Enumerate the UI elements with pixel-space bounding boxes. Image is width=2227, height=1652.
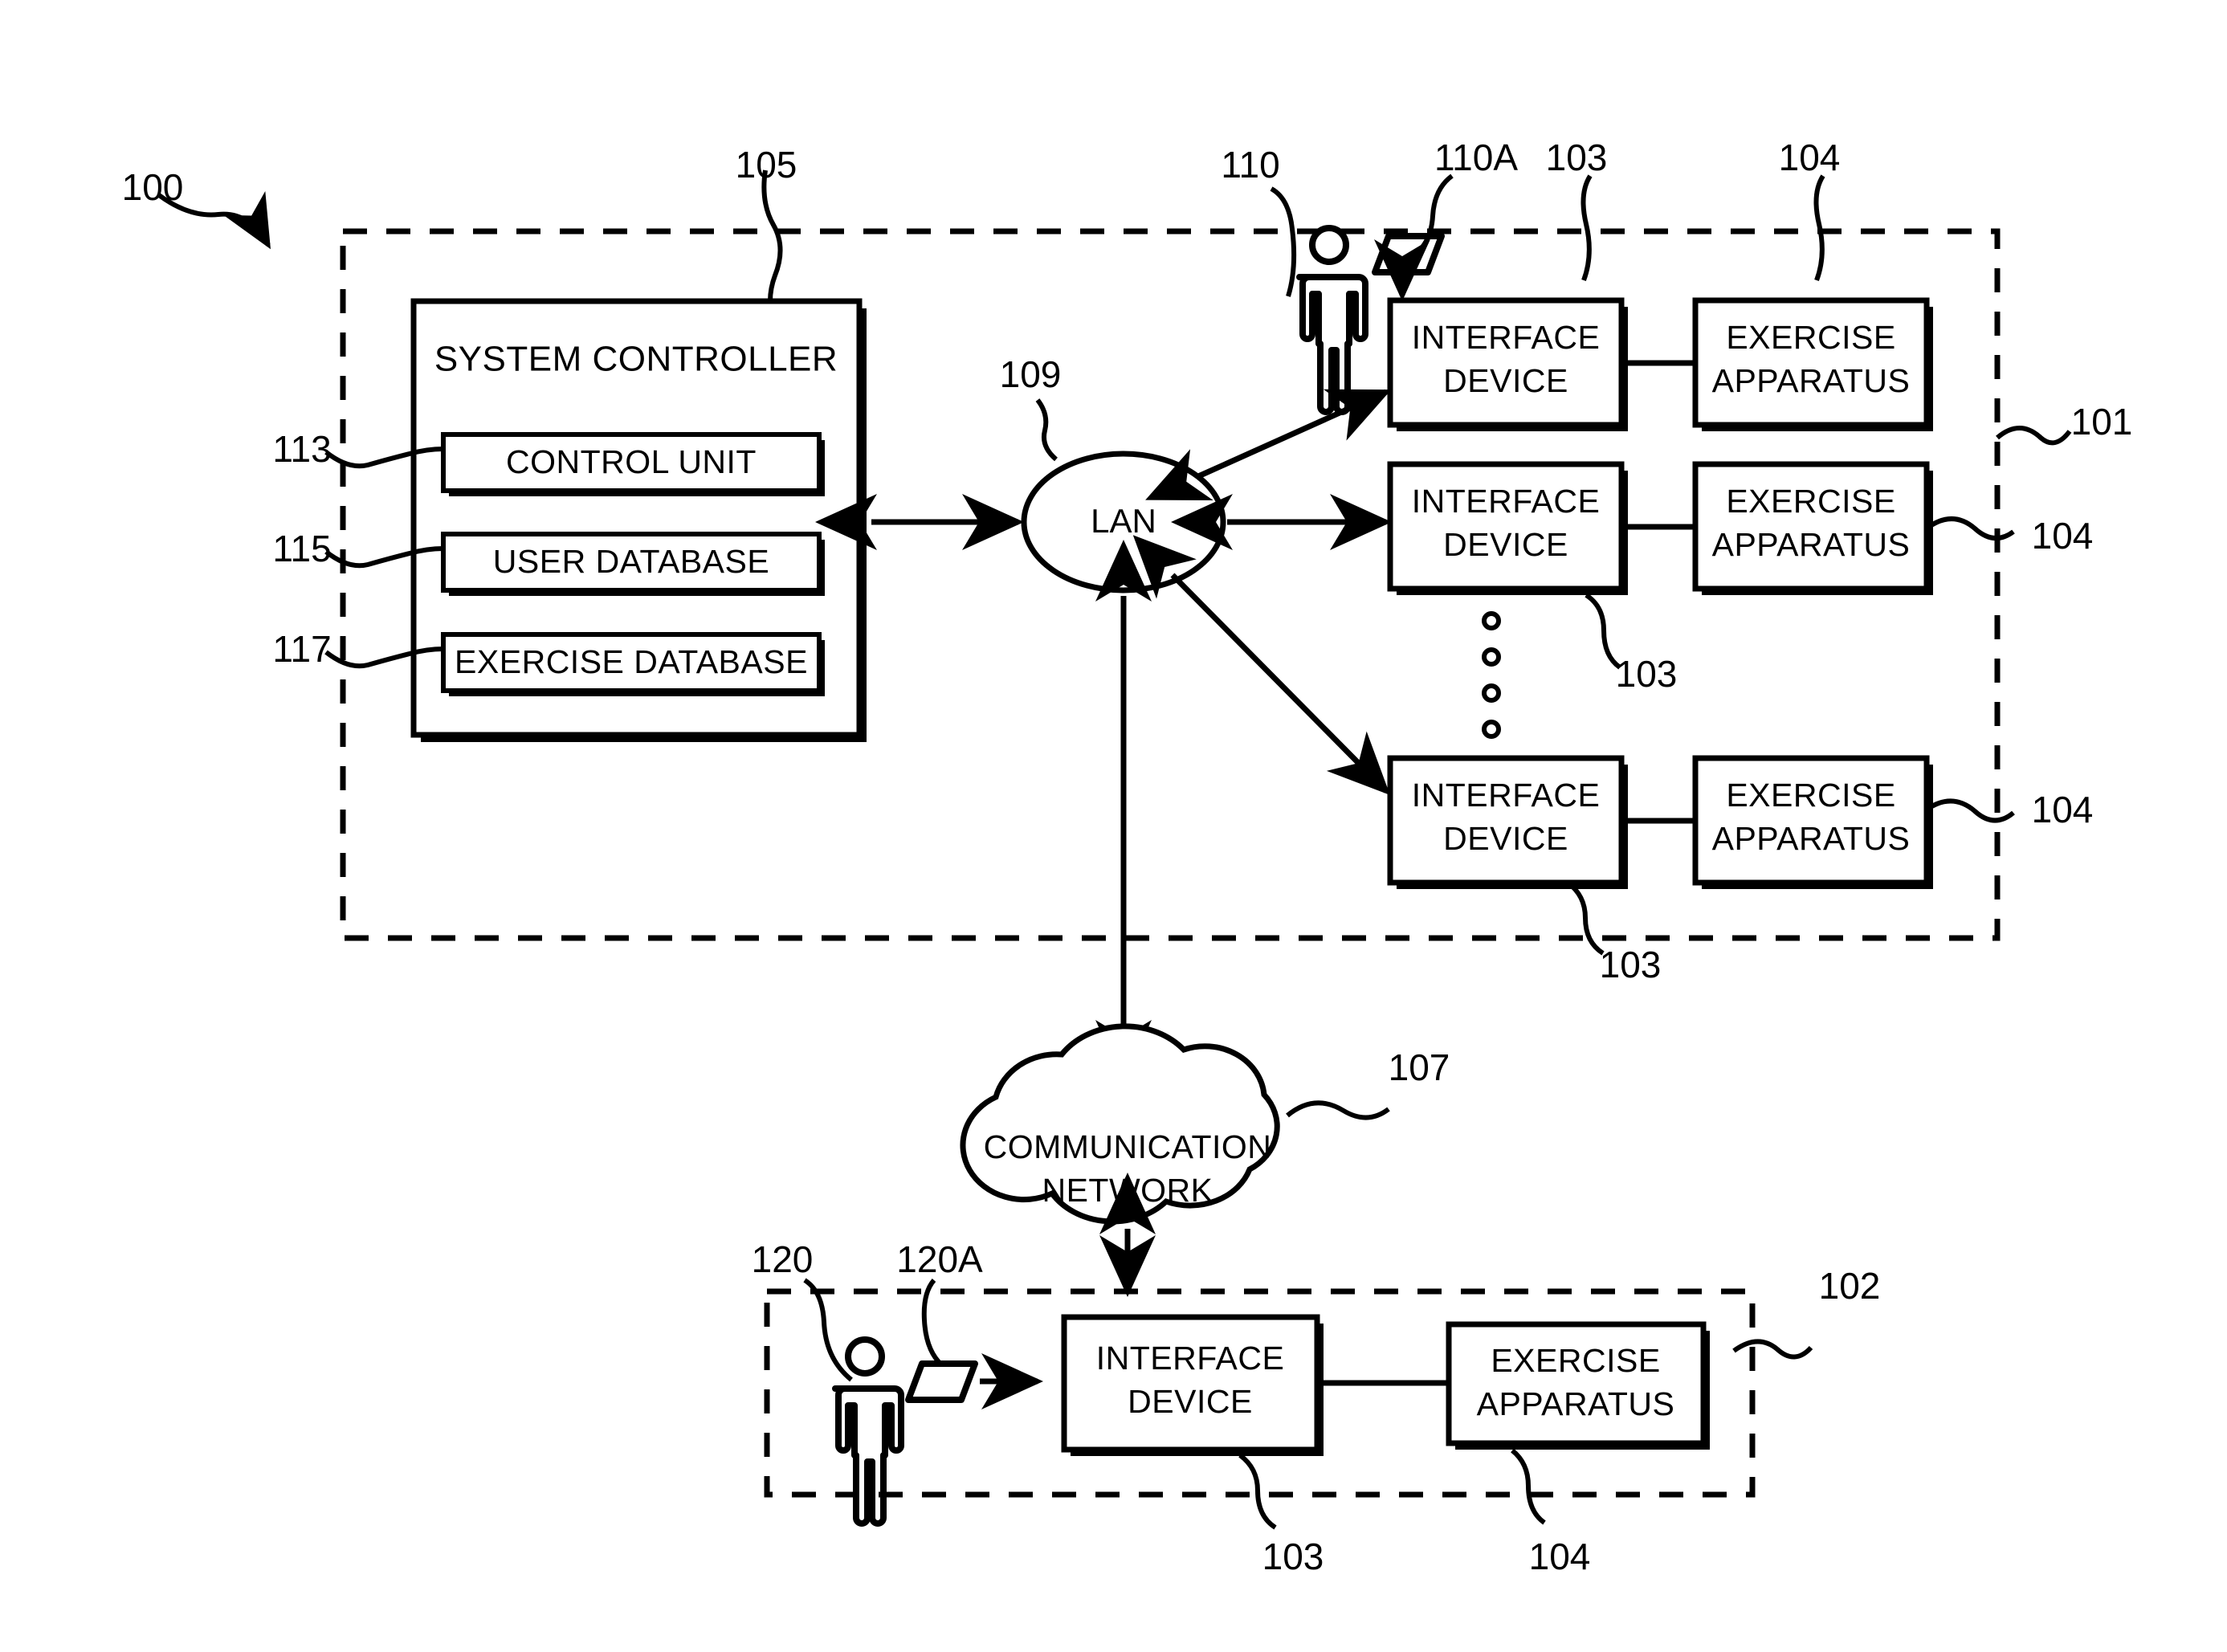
remote-interface-device-label-line1: INTERFACE bbox=[1096, 1340, 1285, 1377]
ref-101-leader bbox=[1996, 426, 2072, 446]
figure-canvas: SYSTEM CONTROLLER CONTROL UNIT USER DATA… bbox=[0, 0, 2227, 1652]
ref-104a: 104 bbox=[1779, 137, 1841, 178]
station-continuation-dots bbox=[1482, 611, 1501, 739]
ref-103c-leader bbox=[1566, 880, 1605, 956]
ref-117: 117 bbox=[272, 628, 331, 670]
ref-109: 109 bbox=[1000, 353, 1062, 395]
ref-104d: 104 bbox=[1529, 1536, 1591, 1577]
ref-109-leader bbox=[1035, 398, 1058, 462]
ref-104c: 104 bbox=[2032, 789, 2094, 830]
interface-device-2-label-line2: DEVICE bbox=[1443, 526, 1568, 563]
remote-exercise-apparatus-label-line2: APPARATUS bbox=[1477, 1385, 1675, 1422]
ref-104b: 104 bbox=[2032, 515, 2094, 557]
user-110-person-icon bbox=[1296, 225, 1368, 415]
exercise-apparatus-2-label-line2: APPARATUS bbox=[1712, 526, 1911, 563]
user-110-card-icon bbox=[1372, 233, 1445, 288]
exercise-database-label: EXERCISE DATABASE bbox=[455, 643, 808, 680]
ref-105-leader bbox=[761, 169, 783, 302]
remote-exercise-apparatus-label-line1: EXERCISE bbox=[1491, 1342, 1660, 1379]
ref-110: 110 bbox=[1221, 144, 1279, 186]
ref-120: 120 bbox=[752, 1238, 814, 1280]
exercise-apparatus-3-label-line2: APPARATUS bbox=[1712, 820, 1911, 857]
ref-120a: 120A bbox=[896, 1238, 983, 1280]
ref-103a: 103 bbox=[1546, 137, 1608, 178]
interface-device-1-label-line1: INTERFACE bbox=[1412, 319, 1601, 356]
ref-103d-leader bbox=[1238, 1453, 1277, 1530]
remote-interface-device-label-line2: DEVICE bbox=[1128, 1383, 1253, 1420]
ref-103a-leader bbox=[1581, 174, 1593, 282]
ref-100: 100 bbox=[122, 166, 184, 208]
ref-101: 101 bbox=[2071, 401, 2133, 443]
exercise-apparatus-1-label-line1: EXERCISE bbox=[1726, 319, 1895, 356]
ref-104a-leader bbox=[1813, 174, 1825, 282]
ref-104c-leader bbox=[1925, 798, 2015, 823]
ref-110a: 110A bbox=[1434, 137, 1518, 178]
exercise-apparatus-3-label-line1: EXERCISE bbox=[1726, 777, 1895, 814]
user-120-card-icon bbox=[905, 1360, 978, 1403]
lan-label: LAN bbox=[1091, 502, 1156, 540]
interface-device-2-label-line1: INTERFACE bbox=[1412, 483, 1601, 520]
ref-120-leader bbox=[803, 1278, 853, 1382]
ref-115: 115 bbox=[272, 528, 331, 569]
ref-103c: 103 bbox=[1600, 944, 1662, 985]
lan-station-1-link bbox=[1145, 389, 1392, 501]
ref-104b-leader bbox=[1925, 516, 2015, 540]
ref-107-leader bbox=[1286, 1100, 1390, 1120]
ref-110-leader bbox=[1270, 186, 1297, 297]
control-unit-label: CONTROL UNIT bbox=[506, 443, 757, 480]
ref-110a-leader bbox=[1411, 173, 1454, 259]
interface-device-3-label-line2: DEVICE bbox=[1443, 820, 1568, 857]
ref-102: 102 bbox=[1819, 1265, 1881, 1307]
ref-120a-leader bbox=[921, 1279, 944, 1368]
interface-device-3-label-line1: INTERFACE bbox=[1412, 777, 1601, 814]
ref-104d-leader bbox=[1511, 1448, 1546, 1525]
ref-105: 105 bbox=[736, 144, 797, 186]
user-database-label: USER DATABASE bbox=[493, 543, 769, 580]
ref-103b: 103 bbox=[1616, 653, 1678, 695]
ref-102-leader bbox=[1732, 1339, 1813, 1360]
ref-113: 113 bbox=[272, 428, 331, 470]
interface-device-1-label-line2: DEVICE bbox=[1443, 362, 1568, 399]
communication-network-label-line2: NETWORK bbox=[1042, 1172, 1213, 1209]
patent-diagram: SYSTEM CONTROLLER CONTROL UNIT USER DATA… bbox=[122, 137, 2133, 1577]
system-controller-title: SYSTEM CONTROLLER bbox=[434, 340, 838, 379]
exercise-apparatus-1-label-line2: APPARATUS bbox=[1712, 362, 1911, 399]
ref-107: 107 bbox=[1389, 1046, 1450, 1088]
communication-network-label-line1: COMMUNICATION bbox=[984, 1128, 1272, 1165]
lan-station-3-link bbox=[1132, 535, 1390, 795]
exercise-apparatus-2-label-line1: EXERCISE bbox=[1726, 483, 1895, 520]
ref-103d: 103 bbox=[1262, 1536, 1324, 1577]
